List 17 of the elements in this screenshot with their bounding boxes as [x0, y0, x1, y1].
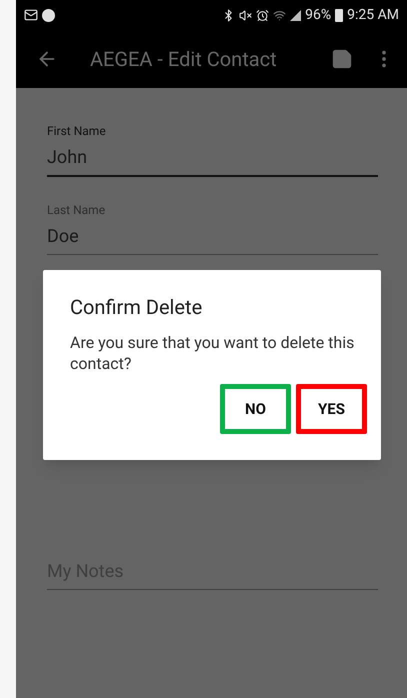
mute-icon — [239, 8, 252, 22]
battery-icon — [335, 8, 344, 22]
save-icon[interactable] — [331, 48, 353, 70]
text-field[interactable]: Doe — [47, 219, 378, 255]
dialog-button[interactable]: NO — [220, 384, 291, 434]
wifi-icon — [273, 8, 286, 22]
clock: 9:25 AM — [347, 6, 399, 24]
app-bar-title: AEGEA - Edit Contact — [90, 46, 278, 73]
field-label: First Name — [47, 123, 107, 140]
battery-percent: 96% — [305, 6, 332, 24]
signal-icon — [290, 10, 302, 20]
text-field[interactable]: John — [47, 140, 378, 177]
dialog-button[interactable]: YES — [296, 384, 367, 434]
alarm-icon — [256, 8, 270, 22]
mail-icon — [24, 8, 38, 22]
dialog-title: Confirm Delete — [70, 294, 204, 321]
dialog-message: Are you sure that you want to delete this contact? — [70, 332, 356, 374]
